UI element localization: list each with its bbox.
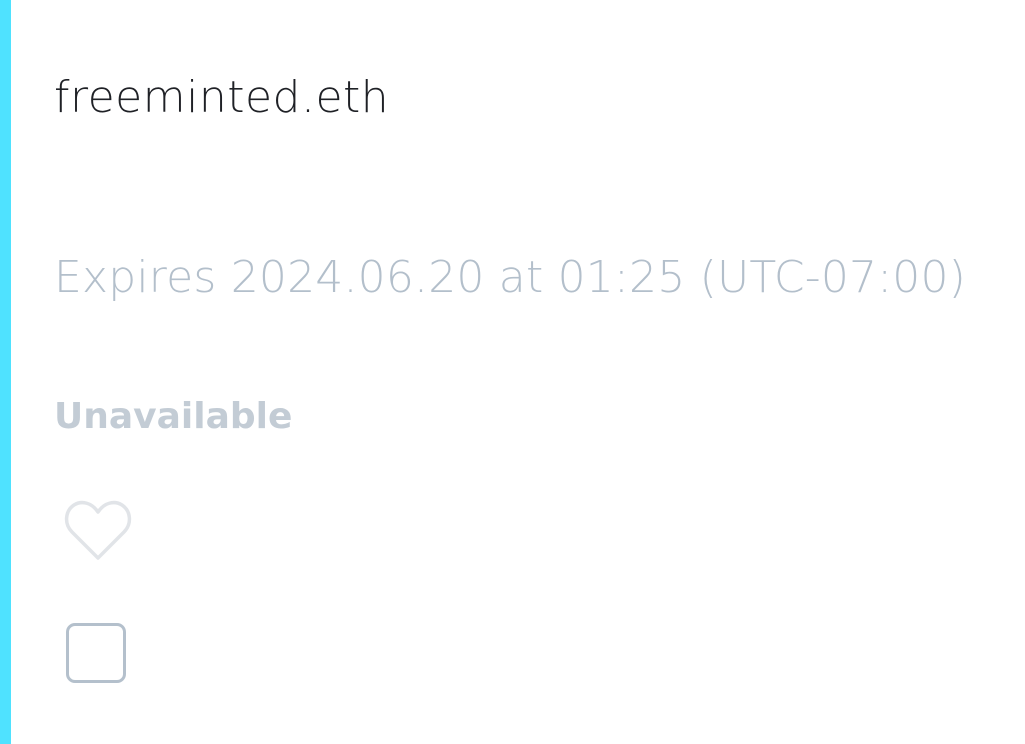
heart-outline-icon <box>64 500 132 560</box>
availability-status: Unavailable <box>54 396 293 437</box>
expiry-date: Expires 2024.06.20 at 01:25 (UTC-07:00) <box>54 252 967 303</box>
favorite-button[interactable] <box>62 494 134 566</box>
domain-name[interactable]: freeminted.eth <box>54 73 389 122</box>
accent-bar <box>0 0 11 744</box>
select-checkbox[interactable] <box>66 623 126 683</box>
